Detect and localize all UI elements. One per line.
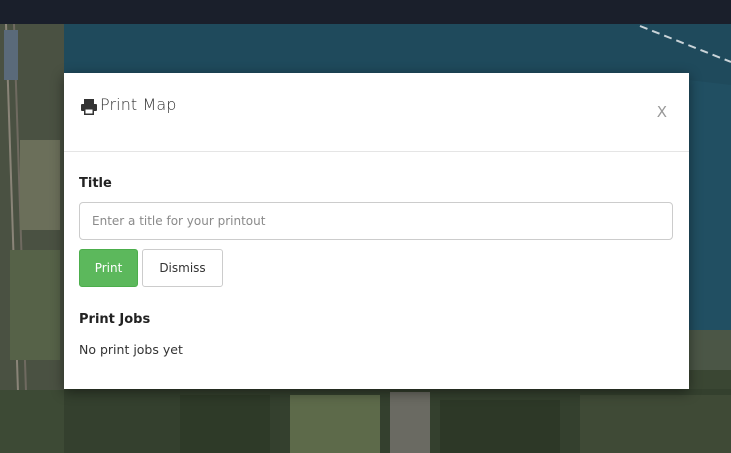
dismiss-button[interactable]: Dismiss <box>142 249 223 287</box>
title-input[interactable] <box>79 202 673 240</box>
dialog-header: Print Map X <box>64 73 689 152</box>
close-button[interactable]: X <box>657 103 667 121</box>
dialog-title: Print Map <box>100 95 177 114</box>
printer-icon <box>81 99 97 115</box>
print-map-dialog: Print Map X Title Print Dismiss Print Jo… <box>64 73 689 389</box>
print-button[interactable]: Print <box>79 249 138 287</box>
title-label: Title <box>79 176 112 191</box>
print-jobs-status: No print jobs yet <box>79 342 183 357</box>
top-navigation-bar <box>0 0 731 24</box>
print-jobs-heading: Print Jobs <box>79 312 151 327</box>
